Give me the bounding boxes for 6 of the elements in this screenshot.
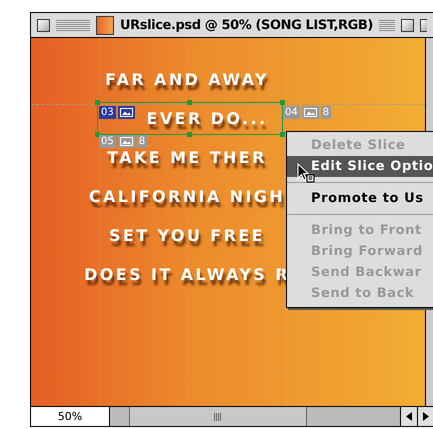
song-title-text: CALIFORNIA NIGH [88, 186, 286, 208]
song-title-text: EVER DO... [146, 109, 268, 129]
song-title-text: FAR AND AWAY [105, 69, 269, 91]
song-title-text: TAKE ME THER [107, 147, 267, 169]
song-title-text: SET YOU FREE [108, 225, 266, 247]
window-title: URslice.psd @ 50% (SONG LIST,RGB) [120, 18, 373, 32]
